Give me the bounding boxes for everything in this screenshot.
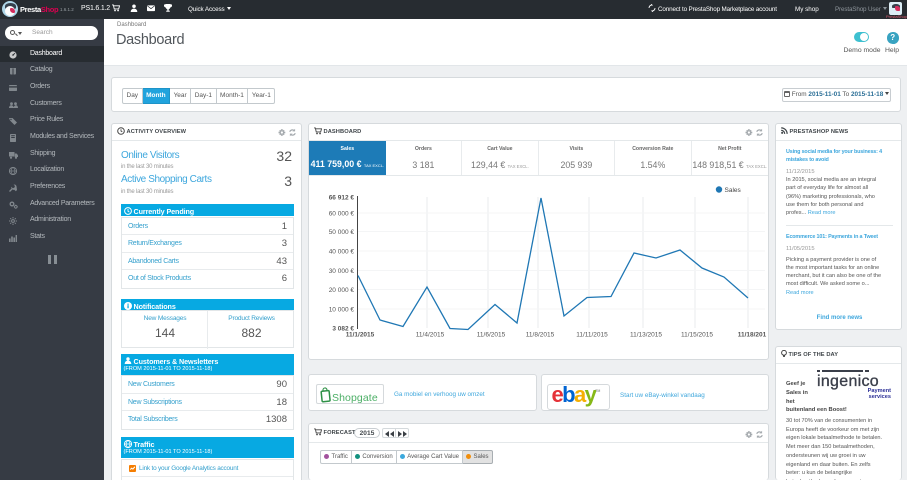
svg-text:50 000 €: 50 000 € [329, 229, 355, 236]
svg-text:66 912 €: 66 912 € [329, 195, 355, 202]
svg-text:60 000 €: 60 000 € [329, 211, 355, 218]
svg-text:40 000 €: 40 000 € [329, 249, 355, 256]
svg-text:30 000 €: 30 000 € [329, 268, 355, 275]
svg-text:Sales: Sales [725, 187, 742, 194]
svg-text:11/11/2015: 11/11/2015 [576, 332, 608, 339]
svg-text:11/4/2015: 11/4/2015 [416, 332, 445, 339]
svg-text:11/8/2015: 11/8/2015 [526, 332, 555, 339]
svg-text:11/13/2015: 11/13/2015 [630, 332, 662, 339]
svg-text:11/15/2015: 11/15/2015 [681, 332, 713, 339]
svg-text:10 000 €: 10 000 € [329, 307, 355, 314]
svg-text:11/1/2015: 11/1/2015 [346, 332, 375, 339]
svg-text:11/18/201: 11/18/201 [738, 332, 767, 339]
svg-text:20 000 €: 20 000 € [329, 287, 355, 294]
svg-text:11/6/2015: 11/6/2015 [477, 332, 506, 339]
